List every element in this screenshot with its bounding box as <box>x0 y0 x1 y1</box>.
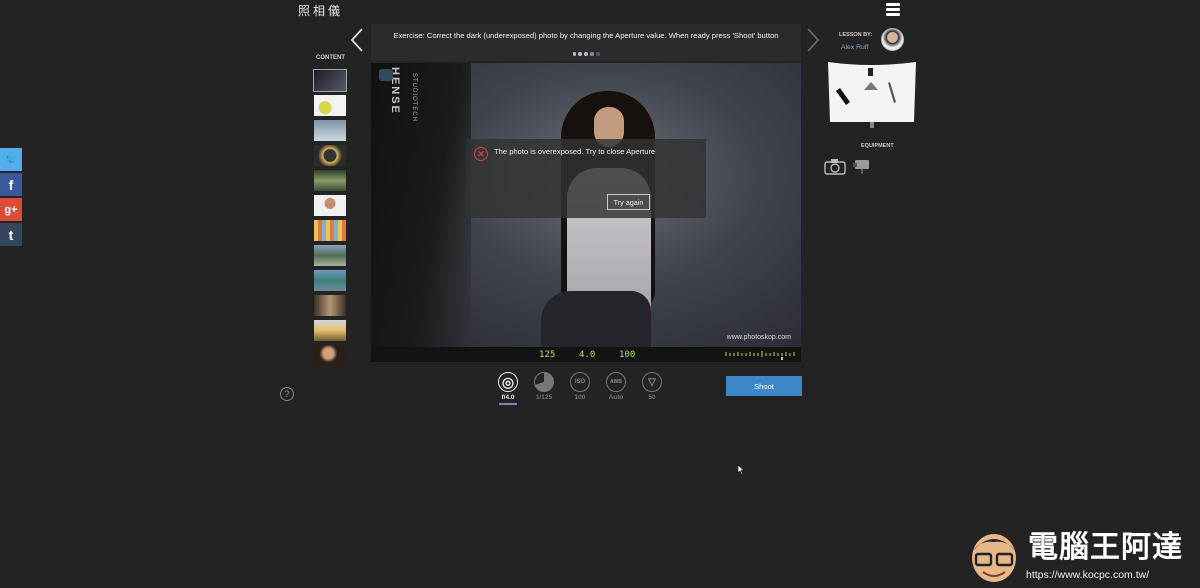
exposure-alert: ✕ The photo is overexposed. Try to close… <box>466 139 706 218</box>
googleplus-icon: g+ <box>4 203 18 216</box>
facebook-icon: f <box>8 176 14 193</box>
watermark-brand: 電腦王阿達 https://www.kocpc.com.tw/ <box>966 518 1200 588</box>
twitter-share-button[interactable]: 🐦 <box>0 148 22 171</box>
brand-title: 電腦王阿達 <box>1028 530 1183 565</box>
try-again-button[interactable]: Try again <box>607 194 650 210</box>
iso-value: 100 <box>574 394 586 401</box>
iso-icon: ISO <box>570 372 590 392</box>
brand-url[interactable]: https://www.kocpc.com.tw/ <box>1026 569 1149 581</box>
lesson-thumbnail[interactable] <box>314 95 346 116</box>
app-window: 照相儀 🐦 f g+ t ? CONTENT Exercise: Correct… <box>0 0 1200 588</box>
tumblr-icon: t <box>8 226 14 243</box>
menu-icon[interactable] <box>886 3 900 16</box>
lesson-thumbnail[interactable] <box>314 195 346 216</box>
lesson-thumbnail[interactable] <box>314 270 346 291</box>
step-dot[interactable] <box>572 52 576 56</box>
iso-control[interactable]: ISO 100 <box>566 372 594 401</box>
lens-control[interactable]: ▽ 50 <box>638 372 666 401</box>
lesson-thumbnail[interactable] <box>314 220 346 241</box>
flash-light-icon[interactable] <box>851 157 873 175</box>
social-share-bar: 🐦 f g+ t <box>0 148 22 248</box>
tumblr-share-button[interactable]: t <box>0 223 22 246</box>
brand-mascot-icon <box>972 534 1016 582</box>
lesson-thumbnail[interactable] <box>314 120 346 141</box>
step-indicator <box>371 52 801 56</box>
lesson-by-label: LESSON BY: <box>839 32 873 38</box>
alert-message: The photo is overexposed. Try to close A… <box>494 147 656 156</box>
studio-setup-diagram <box>828 62 916 128</box>
white-balance-icon: AWB <box>606 372 626 392</box>
step-dot[interactable] <box>584 52 588 56</box>
close-circle-icon: ✕ <box>474 147 488 161</box>
softbox-image: HENSE STUDIOTECH <box>371 63 471 347</box>
content-label: CONTENT <box>316 55 345 61</box>
previous-arrow-icon[interactable] <box>350 27 364 53</box>
app-logo[interactable]: 照相儀 <box>298 2 343 19</box>
exercise-instructions: Exercise: Correct the dark (underexposed… <box>393 31 779 40</box>
aperture-icon: ◎ <box>498 372 518 392</box>
chat-icon[interactable] <box>379 69 393 81</box>
twitter-icon: 🐦 <box>4 154 18 166</box>
photo-watermark: www.photoskop.com <box>726 334 791 341</box>
shoot-button[interactable]: Shoot <box>726 376 802 396</box>
author-avatar <box>881 28 904 51</box>
lesson-author-link[interactable]: Alex Ruff <box>841 44 868 51</box>
white-balance-control[interactable]: AWB Auto <box>602 372 630 401</box>
lesson-thumbnail[interactable] <box>314 295 346 316</box>
camera-icon[interactable] <box>824 157 846 175</box>
help-label: ? <box>284 389 290 399</box>
step-dot[interactable] <box>578 52 582 56</box>
aperture-control[interactable]: ◎ f/4.0 <box>494 372 522 405</box>
shutter-readout: 125 <box>539 350 556 360</box>
iso-readout: 100 <box>619 350 636 360</box>
lesson-thumbnail[interactable] <box>314 320 346 341</box>
softbox-subtitle: STUDIOTECH <box>411 73 417 122</box>
lesson-thumbnail-list <box>313 69 348 370</box>
shutter-value: 1/125 <box>535 394 553 401</box>
lesson-thumbnail[interactable] <box>314 345 346 366</box>
lesson-thumbnail[interactable] <box>314 245 346 266</box>
next-arrow-icon[interactable] <box>806 27 820 53</box>
googleplus-share-button[interactable]: g+ <box>0 198 22 221</box>
camera-readout: 125 4.0 100 <box>371 347 801 362</box>
step-dot[interactable] <box>590 52 594 56</box>
aperture-value: f/4.0 <box>501 394 515 401</box>
help-icon[interactable]: ? <box>280 387 294 401</box>
equipment-label: EQUIPMENT <box>861 143 894 149</box>
lens-value: 50 <box>648 394 656 401</box>
lens-icon: ▽ <box>642 372 662 392</box>
shutter-icon <box>534 372 554 392</box>
step-dot[interactable] <box>596 52 600 56</box>
model-legs <box>541 291 651 347</box>
lesson-thumbnail[interactable] <box>314 145 346 166</box>
aperture-readout: 4.0 <box>579 350 596 360</box>
mouse-cursor-icon <box>738 465 745 475</box>
exercise-panel: Exercise: Correct the dark (underexposed… <box>371 24 801 61</box>
active-indicator <box>499 403 517 405</box>
shutter-control[interactable]: 1/125 <box>530 372 558 401</box>
exposure-meter <box>725 351 795 360</box>
facebook-share-button[interactable]: f <box>0 173 22 196</box>
lesson-thumbnail[interactable] <box>314 170 346 191</box>
white-balance-value: Auto <box>608 394 624 401</box>
lesson-thumbnail[interactable] <box>313 69 347 92</box>
